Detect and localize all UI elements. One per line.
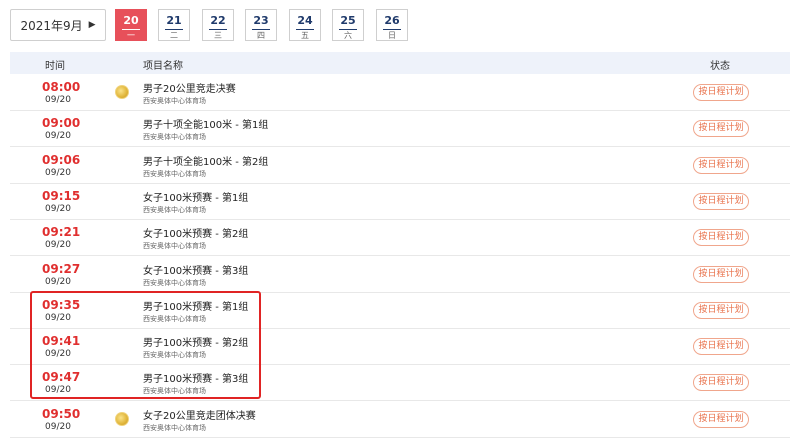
event-name: 男子100米预赛 - 第3组 bbox=[143, 374, 249, 386]
schedule-status-button[interactable]: 按日程计划 bbox=[693, 338, 749, 356]
event-venue: 西安奥体中心体育场 bbox=[143, 242, 206, 251]
event-name: 男子十项全能100米 - 第1组 bbox=[143, 120, 269, 132]
header-status: 状态 bbox=[710, 61, 730, 72]
day-divider bbox=[165, 29, 183, 30]
event-time: 09:06 bbox=[42, 152, 81, 167]
event-date: 09/20 bbox=[45, 385, 71, 396]
schedule-status-button[interactable]: 按日程计划 bbox=[693, 156, 749, 174]
table-row: 09:35 09/20 男子100米预赛 - 第1组 西安奥体中心体育场 按日程计划 bbox=[10, 293, 790, 329]
caret-right-icon: ▶ bbox=[88, 20, 96, 30]
day-number: 21 bbox=[166, 14, 182, 27]
event-date: 09/20 bbox=[45, 312, 71, 323]
day-divider bbox=[209, 29, 227, 30]
day-number: 20 bbox=[123, 14, 139, 27]
day-weekday: 六 bbox=[344, 31, 352, 40]
day-weekday: 二 bbox=[170, 31, 178, 40]
event-date: 09/20 bbox=[45, 276, 71, 287]
day-weekday: 四 bbox=[257, 31, 265, 40]
table-row: 09:27 09/20 女子100米预赛 - 第3组 西安奥体中心体育场 按日程计划 bbox=[10, 257, 790, 293]
schedule-status-button[interactable]: 按日程计划 bbox=[693, 192, 749, 210]
event-venue: 西安奥体中心体育场 bbox=[143, 97, 206, 105]
event-time: 09:50 bbox=[42, 406, 81, 421]
day-weekday: 五 bbox=[301, 31, 309, 40]
table-row: 09:50 09/20 女子20公里竞走团体决赛 西安奥体中心体育场 按日程计划 bbox=[10, 402, 790, 438]
day-number: 25 bbox=[340, 14, 356, 27]
event-name: 男子100米预赛 - 第1组 bbox=[143, 301, 249, 313]
event-date: 09/20 bbox=[45, 203, 71, 214]
month-selector-button[interactable]: 2021年9月 ▶ bbox=[10, 9, 106, 41]
event-time: 09:35 bbox=[42, 297, 81, 312]
day-tab-26[interactable]: 26 日 bbox=[376, 9, 408, 41]
event-date: 09/20 bbox=[45, 167, 71, 178]
schedule-status-button[interactable]: 按日程计划 bbox=[693, 84, 749, 101]
event-time: 09:15 bbox=[42, 188, 81, 203]
day-number: 22 bbox=[210, 14, 226, 27]
schedule-status-button[interactable]: 按日程计划 bbox=[693, 120, 749, 138]
day-weekday: 一 bbox=[127, 31, 135, 40]
table-header: 时间 项目名称 状态 bbox=[10, 52, 790, 74]
event-name: 男子十项全能100米 - 第2组 bbox=[143, 156, 269, 168]
event-venue: 西安奥体中心体育场 bbox=[143, 169, 206, 178]
month-label: 2021年9月 bbox=[20, 18, 83, 33]
schedule-status-button[interactable]: 按日程计划 bbox=[693, 229, 749, 247]
event-name: 男子100米预赛 - 第2组 bbox=[143, 338, 249, 350]
day-tab-21[interactable]: 21 二 bbox=[158, 9, 190, 41]
event-venue: 西安奥体中心体育场 bbox=[143, 205, 206, 214]
medal-icon bbox=[115, 411, 129, 426]
event-name: 女子100米预赛 - 第2组 bbox=[143, 229, 249, 241]
day-number: 26 bbox=[384, 14, 400, 27]
table-row: 09:21 09/20 女子100米预赛 - 第2组 西安奥体中心体育场 按日程计划 bbox=[10, 220, 790, 257]
day-tab-24[interactable]: 24 五 bbox=[289, 9, 321, 41]
table-row: 09:41 09/20 男子100米预赛 - 第2组 西安奥体中心体育场 按日程计划 bbox=[10, 329, 790, 366]
header-time: 时间 bbox=[45, 61, 65, 72]
day-divider bbox=[252, 29, 270, 30]
table-row: 09:00 09/20 男子十项全能100米 - 第1组 西安奥体中心体育场 按日程计划 bbox=[10, 111, 790, 148]
event-name: 女子100米预赛 - 第3组 bbox=[143, 265, 249, 277]
event-time: 09:27 bbox=[42, 261, 81, 276]
day-number: 24 bbox=[297, 14, 313, 27]
day-divider bbox=[339, 29, 357, 30]
date-bar: 2021年9月 ▶ 20 一 21 二 22 三 23 四 24 五 25 六 26 日 bbox=[0, 0, 800, 50]
event-time: 09:41 bbox=[42, 334, 81, 349]
event-name: 女子100米预赛 - 第1组 bbox=[143, 192, 249, 204]
day-divider bbox=[122, 29, 140, 30]
day-tab-23[interactable]: 23 四 bbox=[245, 9, 277, 41]
event-venue: 西安奥体中心体育场 bbox=[143, 133, 206, 142]
day-weekday: 日 bbox=[388, 31, 396, 40]
event-name: 女子20公里竞走团体决赛 bbox=[143, 410, 256, 422]
event-venue: 西安奥体中心体育场 bbox=[143, 351, 206, 360]
table-row: 09:06 09/20 男子十项全能100米 - 第2组 西安奥体中心体育场 按日程计划 bbox=[10, 148, 790, 184]
day-number: 23 bbox=[253, 14, 269, 27]
event-date: 09/20 bbox=[45, 421, 71, 432]
header-event: 项目名称 bbox=[143, 61, 183, 72]
schedule-status-button[interactable]: 按日程计划 bbox=[693, 301, 749, 319]
event-date: 09/20 bbox=[45, 131, 71, 142]
day-weekday: 三 bbox=[214, 31, 222, 40]
day-tab-25[interactable]: 25 六 bbox=[332, 9, 364, 41]
day-divider bbox=[383, 29, 401, 30]
schedule-status-button[interactable]: 按日程计划 bbox=[693, 410, 749, 428]
event-venue: 西安奥体中心体育场 bbox=[143, 278, 206, 287]
event-venue: 西安奥体中心体育场 bbox=[143, 387, 206, 396]
day-tab-22[interactable]: 22 三 bbox=[202, 9, 234, 41]
event-time: 09:00 bbox=[42, 116, 81, 131]
event-date: 09/20 bbox=[45, 240, 71, 251]
schedule-status-button[interactable]: 按日程计划 bbox=[693, 374, 749, 392]
day-tab-20[interactable]: 20 一 bbox=[115, 9, 147, 41]
event-venue: 西安奥体中心体育场 bbox=[143, 423, 206, 432]
event-date: 09/20 bbox=[45, 95, 71, 105]
day-divider bbox=[296, 29, 314, 30]
schedule-status-button[interactable]: 按日程计划 bbox=[693, 265, 749, 283]
event-venue: 西安奥体中心体育场 bbox=[143, 314, 206, 323]
event-time: 09:47 bbox=[42, 370, 81, 385]
medal-icon bbox=[115, 85, 129, 99]
event-name: 男子20公里竞走决赛 bbox=[143, 84, 236, 95]
event-time: 09:21 bbox=[42, 225, 81, 240]
table-row: 09:15 09/20 女子100米预赛 - 第1组 西安奥体中心体育场 按日程计划 bbox=[10, 184, 790, 220]
table-row: 08:00 09/20 男子20公里竞走决赛 西安奥体中心体育场 按日程计划 bbox=[10, 75, 790, 111]
event-time: 08:00 bbox=[42, 80, 81, 94]
table-row: 09:47 09/20 男子100米预赛 - 第3组 西安奥体中心体育场 按日程计划 bbox=[10, 365, 790, 402]
event-date: 09/20 bbox=[45, 349, 71, 360]
